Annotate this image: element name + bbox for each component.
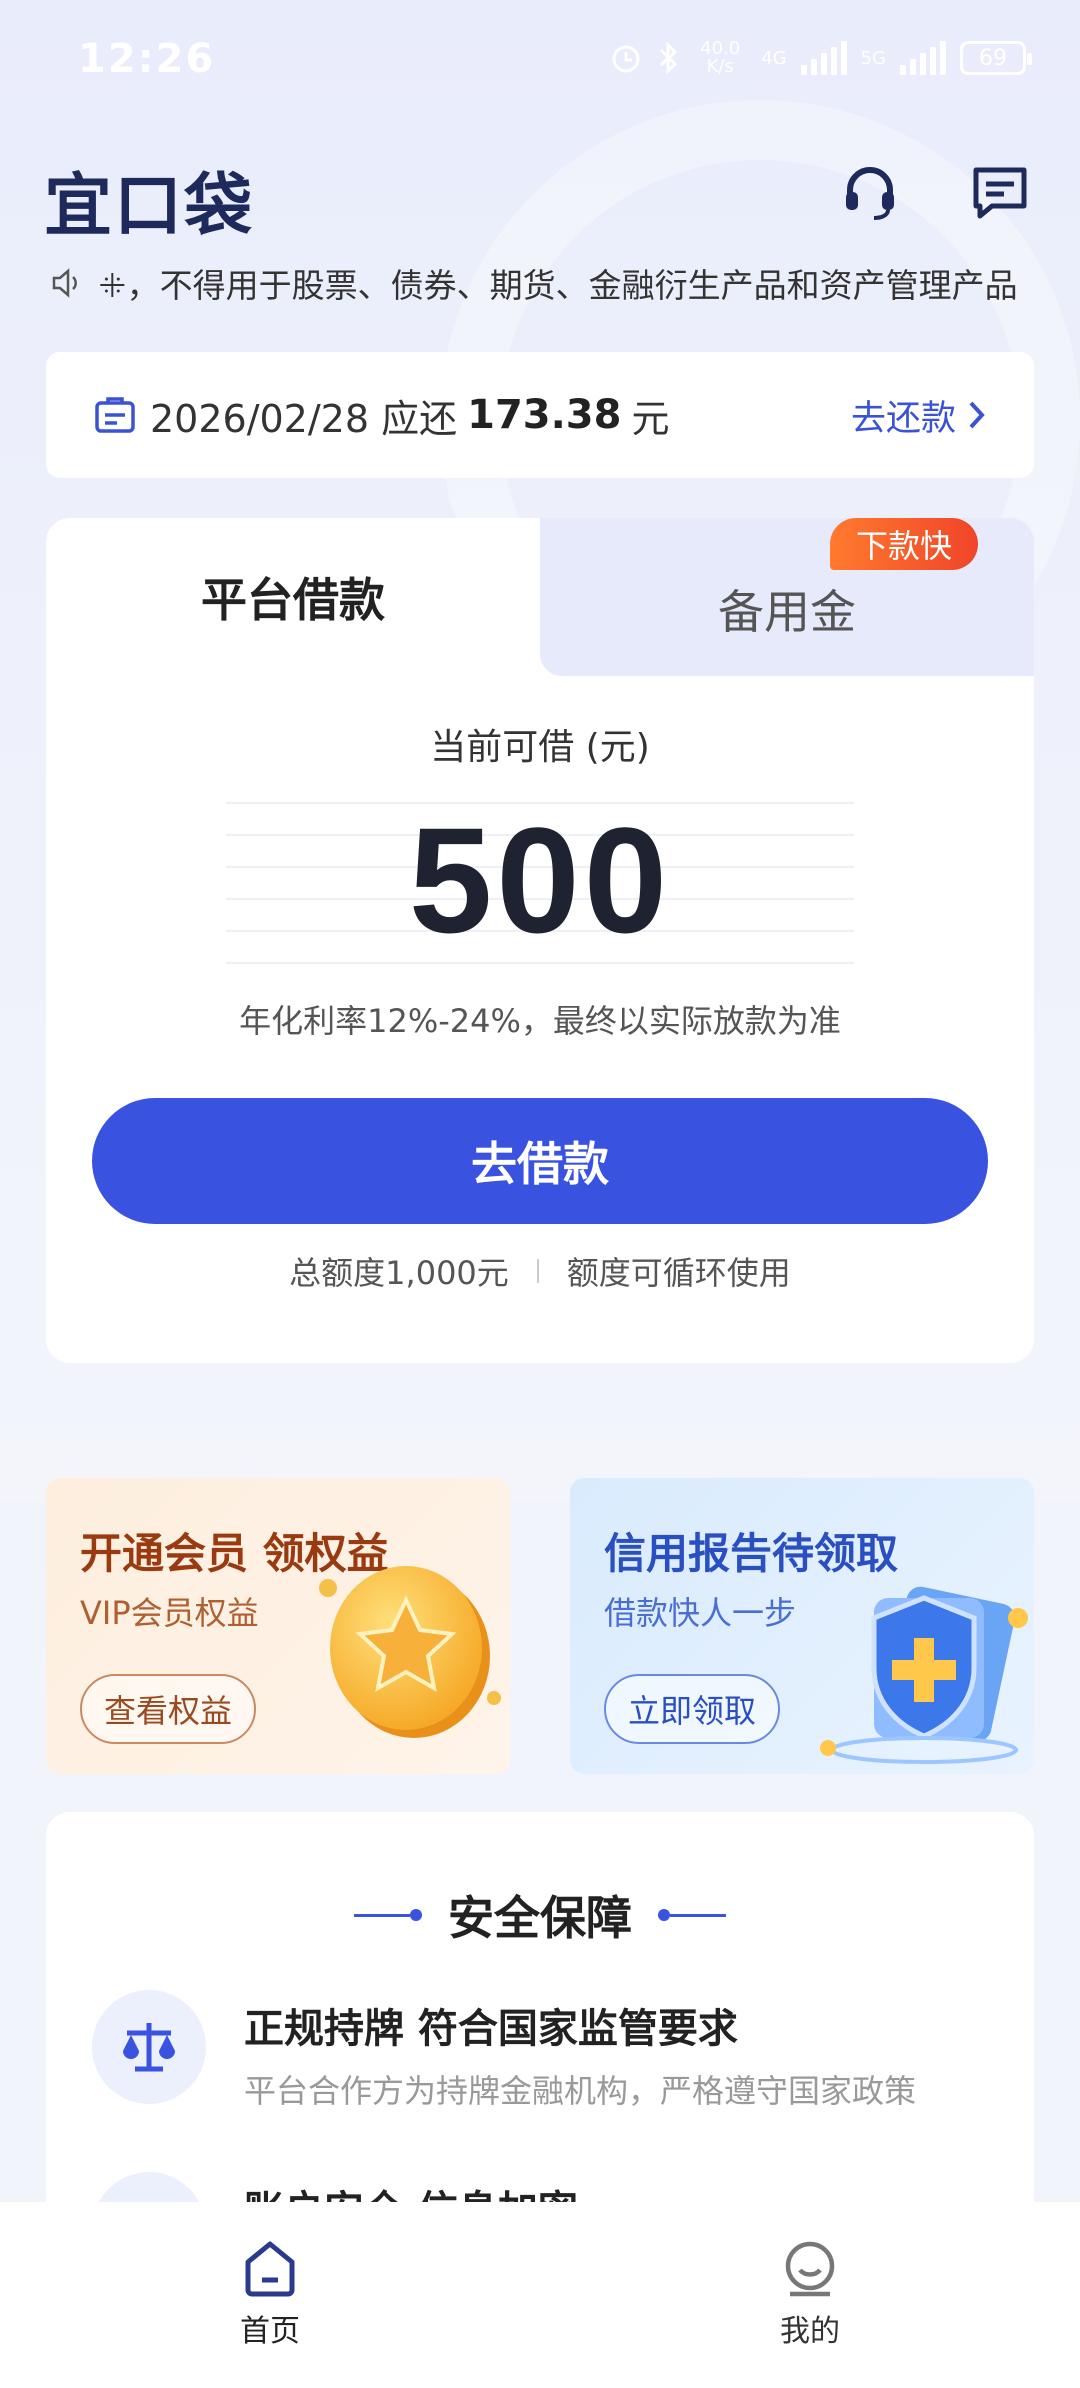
star-coin-icon (319, 1566, 501, 1738)
bluetooth-icon (660, 41, 678, 75)
repayment-amount: 173.38 (467, 392, 622, 438)
vip-promo-card[interactable]: 开通会员 领权益 VIP会员权益 查看权益 (46, 1478, 510, 1774)
credit-promo-title: 信用报告待领取 (604, 1529, 899, 1578)
bottom-nav: 首页 我的 (0, 2202, 1080, 2388)
speaker-icon (52, 268, 77, 298)
feature-title: 正规持牌 符合国家监管要求 (244, 2006, 738, 2052)
borrow-button[interactable]: 去借款 (92, 1098, 988, 1224)
status-bar: 12:26 40.0 K/s 4G 5G 69 (0, 0, 1080, 130)
credit-report-promo-card[interactable]: 信用报告待领取 借款快人一步 立即领取 (570, 1478, 1034, 1774)
nav-home[interactable]: 首页 (190, 2238, 350, 2350)
safety-title-row: 安全保障 (46, 1882, 1034, 1948)
total-quota: 总额度1,000元 (289, 1254, 509, 1292)
bill-icon (95, 397, 135, 433)
headset-icon (846, 167, 894, 220)
repayment-date: 2026/02/28 应还 (150, 396, 458, 441)
credit-promo-subtitle: 借款快人一步 (604, 1594, 797, 1632)
safety-title: 安全保障 (448, 1891, 632, 1945)
signal-icon-2 (900, 41, 946, 75)
battery-indicator: 69 (960, 41, 1032, 75)
nav-mine-label: 我的 (780, 2314, 840, 2349)
available-amount: 500 (408, 796, 672, 964)
home-icon (245, 2241, 295, 2297)
repayment-bar[interactable]: 2026/02/28 应还 173.38 元 去还款 (46, 352, 1034, 478)
notice-text: ꔰ，不得用于股票、债券、期货、金融衍生产品和资产管理产品 (98, 266, 1018, 305)
net-speed: 40.0 K/s (700, 38, 741, 77)
loan-card: 平台借款 备用金 当前可借 (元) 500 年化利率12%-24%，最终以实际放… (46, 518, 1034, 1363)
feature-licensed: 正规持牌 符合国家监管要求 平台合作方为持牌金融机构，严格遵守国家政策 (92, 1990, 916, 2112)
title-decoration-right (658, 1909, 726, 1921)
nav-mine[interactable]: 我的 (730, 2238, 890, 2350)
message-icon (973, 167, 1027, 219)
title-decoration-left (354, 1909, 422, 1921)
alarm-icon (612, 45, 640, 73)
interest-rate-text: 年化利率12%-24%，最终以实际放款为准 (239, 1002, 841, 1040)
chevron-right-icon (969, 401, 985, 429)
repay-button[interactable]: 去还款 (851, 390, 986, 441)
signal-icon-1 (800, 41, 847, 75)
repay-button-label: 去还款 (850, 398, 956, 439)
notice-bar[interactable]: ꔰ，不得用于股票、债券、期货、金融衍生产品和资产管理产品 (50, 258, 1040, 308)
divider (536, 1259, 539, 1283)
shield-document-icon (820, 1586, 1028, 1764)
quota-info: 总额度1,000元 额度可循环使用 (46, 1248, 1034, 1294)
status-time: 12:26 (78, 36, 216, 82)
available-label: 当前可借 (元) (430, 727, 650, 768)
status-icons: 40.0 K/s 4G 5G 69 (609, 38, 1032, 77)
repayment-unit: 元 (631, 396, 670, 441)
scale-icon (92, 1990, 206, 2104)
claim-now-button[interactable]: 立即领取 (604, 1674, 781, 1744)
tab-platform-loan[interactable]: 平台借款 (46, 518, 540, 676)
fast-loan-badge: 下款快 (830, 518, 979, 570)
quota-note: 额度可循环使用 (566, 1254, 791, 1292)
network-5g: 5G (860, 47, 886, 69)
customer-service-button[interactable] (838, 160, 902, 224)
messages-button[interactable] (968, 160, 1032, 224)
profile-icon (785, 2241, 835, 2297)
feature-desc: 平台合作方为持牌金融机构，严格遵守国家政策 (244, 2072, 917, 2110)
app-logo: 宜口袋 (44, 167, 255, 246)
vip-promo-subtitle: VIP会员权益 (80, 1594, 259, 1632)
nav-home-label: 首页 (240, 2314, 300, 2349)
network-4g: 4G (761, 47, 787, 69)
view-benefits-button[interactable]: 查看权益 (80, 1674, 257, 1744)
